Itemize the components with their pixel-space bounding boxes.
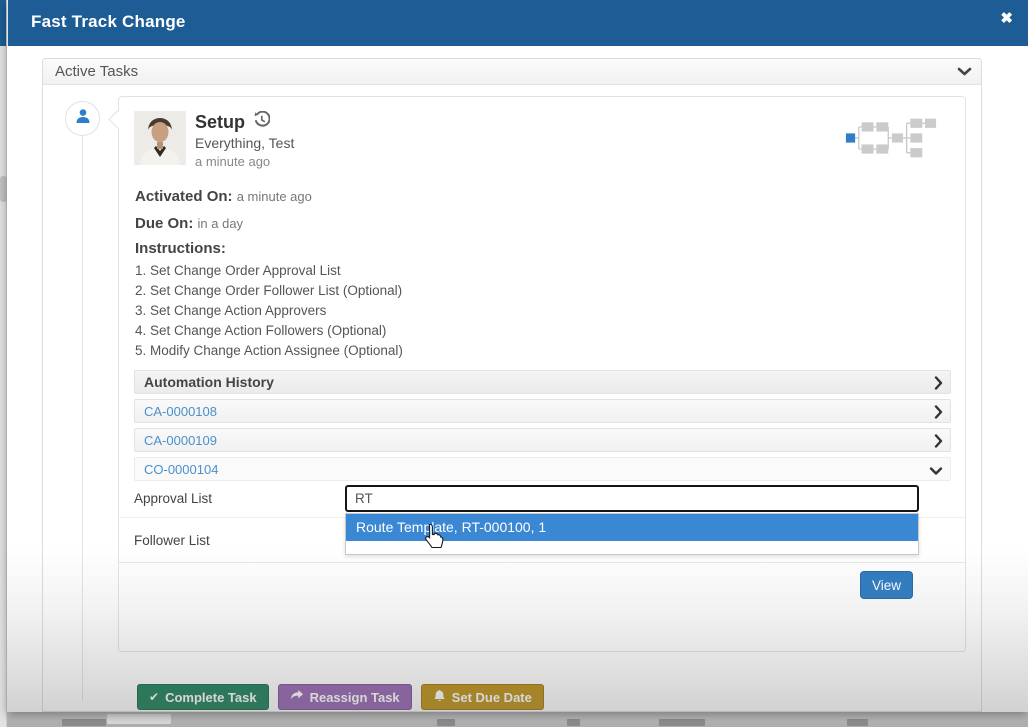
task-action-buttons: ✔ Complete Task Reassign Task Set Due bbox=[137, 684, 544, 710]
background-content-box bbox=[107, 714, 171, 724]
background-content-bar bbox=[437, 719, 455, 726]
background-content-bar bbox=[847, 719, 868, 726]
approval-list-search-input[interactable] bbox=[345, 485, 919, 512]
dropdown-empty-area bbox=[346, 541, 918, 554]
task-details: Activated On: a minute ago Due On: in a … bbox=[119, 169, 965, 361]
task-assignee: Everything, Test bbox=[195, 135, 294, 151]
task-card-header: Setup Everything, Test a minute ago bbox=[119, 97, 965, 169]
activated-on-label: Activated On: bbox=[135, 188, 233, 205]
close-icon[interactable]: ✖ bbox=[1000, 9, 1013, 29]
timeline-line bbox=[82, 135, 83, 701]
view-button[interactable]: View bbox=[860, 571, 913, 599]
task-type-badge bbox=[65, 101, 100, 136]
automation-history-bar[interactable]: Automation History bbox=[134, 370, 951, 394]
fast-track-change-modal: Fast Track Change ✖ Active Tasks bbox=[7, 0, 1028, 712]
instruction-item: 4. Set Change Action Followers (Optional… bbox=[135, 321, 949, 341]
person-icon bbox=[74, 107, 92, 130]
background-content-bar bbox=[62, 719, 106, 726]
background-scrollbar-thumb[interactable] bbox=[0, 176, 7, 202]
instructions-heading: Instructions: bbox=[135, 237, 949, 261]
active-tasks-accordion-header[interactable]: Active Tasks bbox=[43, 59, 981, 85]
change-action-link[interactable]: CA-0000109 bbox=[144, 433, 217, 448]
screen: Fast Track Change ✖ Active Tasks bbox=[0, 0, 1028, 727]
chevron-down-icon[interactable] bbox=[957, 65, 972, 83]
activated-on-line: Activated On: a minute ago bbox=[135, 183, 949, 210]
background-page-left-edge bbox=[0, 0, 7, 727]
instruction-item: 5. Modify Change Action Assignee (Option… bbox=[135, 341, 949, 361]
instruction-item: 2. Set Change Order Follower List (Optio… bbox=[135, 281, 949, 301]
background-page-header-edge bbox=[0, 0, 6, 46]
activated-on-value: a minute ago bbox=[237, 189, 312, 204]
avatar bbox=[134, 111, 186, 165]
reassign-task-label: Reassign Task bbox=[310, 690, 400, 705]
modal-header: Fast Track Change ✖ bbox=[7, 0, 1028, 46]
change-order-row-co-0000104[interactable]: CO-0000104 bbox=[134, 457, 951, 481]
dropdown-option-route-template[interactable]: Route Template, RT-000100, 1 bbox=[346, 514, 918, 541]
view-button-row: View bbox=[119, 563, 965, 653]
approval-list-label: Approval List bbox=[134, 480, 212, 518]
instruction-item: 3. Set Change Action Approvers bbox=[135, 301, 949, 321]
check-icon: ✔ bbox=[149, 690, 159, 704]
set-due-date-button[interactable]: Set Due Date bbox=[421, 684, 544, 710]
due-on-line: Due On: in a day bbox=[135, 210, 949, 237]
complete-task-button[interactable]: ✔ Complete Task bbox=[137, 684, 269, 710]
reassign-arrow-icon bbox=[290, 689, 304, 705]
automation-history-title: Automation History bbox=[144, 374, 274, 390]
typeahead-dropdown: Route Template, RT-000100, 1 bbox=[345, 513, 919, 555]
task-card: Setup Everything, Test a minute ago bbox=[118, 96, 966, 652]
set-due-date-label: Set Due Date bbox=[452, 690, 532, 705]
background-content-bar bbox=[659, 719, 705, 726]
task-header-text: Setup Everything, Test a minute ago bbox=[195, 111, 294, 169]
chevron-right-icon bbox=[934, 376, 943, 395]
chevron-right-icon bbox=[934, 434, 943, 453]
chevron-right-icon bbox=[934, 405, 943, 424]
active-tasks-panel: Active Tasks bbox=[42, 58, 982, 712]
task-name: Setup bbox=[195, 112, 245, 133]
active-tasks-title: Active Tasks bbox=[55, 63, 138, 80]
related-item-row-ca-0000109[interactable]: CA-0000109 bbox=[134, 428, 951, 452]
change-action-link[interactable]: CA-0000108 bbox=[144, 404, 217, 419]
background-page-bottom bbox=[7, 712, 1028, 727]
due-on-value: in a day bbox=[198, 216, 244, 231]
task-time-ago: a minute ago bbox=[195, 154, 294, 169]
change-order-link[interactable]: CO-0000104 bbox=[144, 462, 218, 477]
due-on-label: Due On: bbox=[135, 215, 193, 232]
background-content-bar bbox=[567, 719, 580, 726]
follower-list-label: Follower List bbox=[134, 518, 210, 563]
related-item-row-ca-0000108[interactable]: CA-0000108 bbox=[134, 399, 951, 423]
reassign-task-button[interactable]: Reassign Task bbox=[278, 684, 412, 710]
active-tasks-body: Setup Everything, Test a minute ago bbox=[43, 85, 981, 711]
bell-icon bbox=[433, 689, 446, 706]
instruction-item: 1. Set Change Order Approval List bbox=[135, 261, 949, 281]
complete-task-label: Complete Task bbox=[165, 690, 257, 705]
history-and-items: Automation History CA-0000108 bbox=[119, 361, 965, 481]
workflow-diagram-icon[interactable] bbox=[845, 117, 937, 164]
history-icon[interactable] bbox=[253, 111, 270, 133]
change-order-expanded-section: Approval List Follower List Route Templa… bbox=[119, 480, 965, 654]
modal-title: Fast Track Change bbox=[31, 12, 186, 32]
